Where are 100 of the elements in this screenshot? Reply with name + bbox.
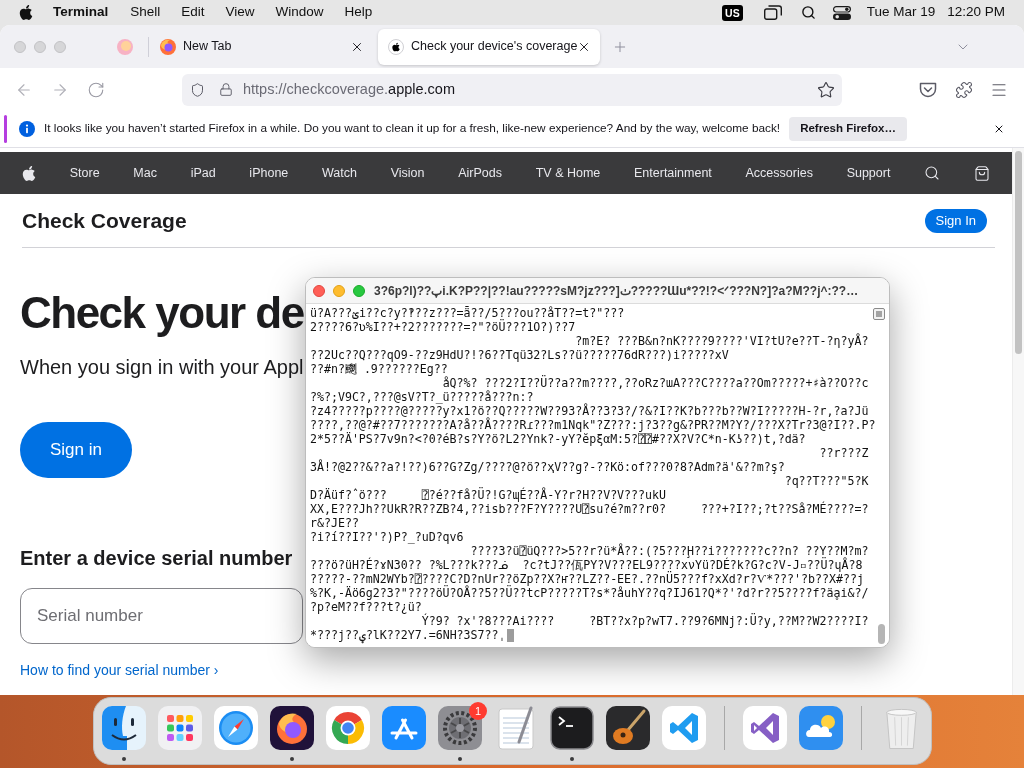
refresh-button[interactable]: Refresh Firefox…	[789, 117, 907, 141]
output-line: åQ?%? ???2?I??Ü??a??m????,??oRz?ɯA???C????a??Om?????+♯à??O??c	[442, 376, 869, 390]
serial-number-field[interactable]: Serial number	[20, 588, 303, 644]
shopping-bag-icon[interactable]	[973, 164, 990, 182]
output-line: 2*5??Ä'PS?7v9n?<?0?éB?s?Y?ö?L2?Ynk?-yY?ĕpξαM:5?⍰⍰#??X?V?C*n-Kʖ??)t,?dä?	[310, 432, 806, 446]
flame-globe-icon	[160, 38, 176, 55]
face-tile-icon[interactable]	[102, 706, 146, 750]
page-title: Check Coverage	[22, 207, 187, 234]
pocket-icon[interactable]	[919, 81, 937, 98]
zoom-window-button[interactable]	[353, 284, 365, 297]
scrollbar-thumb[interactable]	[1015, 151, 1022, 354]
menu-item[interactable]: Shell	[130, 2, 161, 23]
output-line: XX,E???Jh??UkR?R??ZB?4,??isb???F?Y????U⍰su?é?m??r0? ???+?I??;?t??Så?MÉ????=?	[310, 502, 869, 516]
menu-bar-time[interactable]: 12:20 PM	[947, 2, 1005, 23]
output-line: r&?JE??	[310, 516, 359, 530]
page-scrollbar[interactable]	[1012, 148, 1024, 695]
crossed-strokes-icon[interactable]	[382, 706, 426, 750]
search-icon[interactable]	[800, 5, 816, 20]
notification-badge: 1	[469, 702, 487, 720]
output-line: ?q??T???"5?K	[784, 474, 869, 488]
output-line: %?K,-Äö6g2?3?"????öÜ?OÅ??5??Ü??tcP?????T?s*?åuhY??q?IJ61?Q*?'?d?r??5????f?äḁi&?/	[310, 586, 869, 600]
nav-link[interactable]: Entertainment	[634, 163, 712, 183]
info-icon	[19, 121, 35, 137]
output-line: ??r???Z	[819, 446, 869, 460]
nav-link[interactable]: TV & Home	[535, 163, 601, 183]
cloud-sun-icon[interactable]	[799, 706, 843, 750]
bowtie-logo-icon[interactable]	[743, 706, 787, 750]
folded-ribbon-icon[interactable]	[662, 706, 706, 750]
app-grid-icon[interactable]	[158, 706, 202, 750]
search-icon[interactable]	[924, 165, 941, 181]
guitar-icon[interactable]	[606, 706, 650, 750]
output-line: ???ö?üH?É?ɤN30?? ?%L???k???ᓅ ?c?tJ??佤PY?V???EL9????xνYü?DÉ?k?G?c?V-J▫??Ü?ɥÅ?8	[310, 558, 863, 572]
lines-box-icon[interactable]	[873, 308, 885, 320]
nav-link[interactable]: Support	[846, 163, 891, 183]
nav-link[interactable]: Store	[69, 163, 100, 183]
compass-icon[interactable]	[214, 706, 258, 750]
output-line: ?i?í??I??'?)P?_?uD?qv6	[310, 530, 464, 544]
hero-heading: Check your de	[20, 289, 304, 337]
output-line: ????,??@?#??7???????A?å??Å????Rɾ???m1Nqk"?Z???:j?3??g&?PR??M?Y?/???X?Tr?3@?I??.P?	[310, 418, 876, 432]
apple-menu-icon[interactable]	[19, 4, 33, 21]
output-line: ?m?E? ???B&n?nK????9????'VI?tU?e??T-?η?yÅ?	[575, 334, 869, 348]
output-line: ??#n?䬟 .9??????Eg??	[310, 362, 448, 376]
output-line: ?%?;V9C?,???@sV?T?_ü?????å???n:?	[310, 390, 534, 404]
menu-item[interactable]: Edit	[181, 2, 205, 23]
section-heading: Enter a device serial number	[20, 546, 293, 571]
apple-logo-icon	[388, 38, 404, 55]
round-logo-icon	[117, 38, 133, 55]
menu-item[interactable]: Window	[275, 2, 324, 23]
output-line: D?Äüf?ˆö??? ⍰?é??få?Ü?!G?ɰÉ??Å-Y?r?H??V?V???ukU	[310, 488, 666, 502]
output-line: ü?A???ؽi??c?y?‽??z???=ǟ??/5???ou??åT??=t?"???	[310, 306, 625, 320]
output-line: Ý?9? ?x'?8???Ai???? ?BT??x?p?wT7.??9?6MNj?:Ü?y,??M??W2????I?	[421, 614, 869, 628]
menu-item[interactable]: View	[225, 2, 255, 23]
nav-link[interactable]: Watch	[322, 163, 357, 183]
output-line: ?p?eM??f???t?¿ü?	[310, 600, 422, 614]
nav-link[interactable]: AirPods	[458, 163, 502, 183]
url-text[interactable]: https://checkcoverage.apple.com	[243, 78, 455, 101]
block-cursor-icon	[507, 628, 515, 642]
output-line: 3Å!?@2??&??a?!??)6??G?Zg/????@?ö??ҳV??g?-??Kö:of???0?8?Adm?ä'&??m?ş?	[310, 460, 785, 474]
extensions-icon[interactable]	[955, 80, 973, 99]
bookmark-star-icon[interactable]	[817, 80, 835, 99]
nav-link[interactable]: Vision	[390, 163, 425, 183]
menu-item[interactable]: Help	[344, 2, 373, 23]
shield-icon[interactable]	[190, 81, 205, 98]
control-center-icon[interactable]	[832, 5, 851, 20]
sign-in-button[interactable]: Sign in	[20, 422, 132, 478]
browser-tab[interactable]: Check your device's coverage	[378, 28, 600, 65]
scrollbar-thumb[interactable]	[878, 624, 885, 644]
nav-link[interactable]: Accessories	[745, 163, 813, 183]
output-line: ?????-??mN2WYb?⍰????C?D?nUr??öZp??X?ҥ??LZ??-EE?.??nÜ5???f?xXd?r?Ѵ*???'?b??X#??j	[310, 572, 864, 586]
flame-globe-icon[interactable]	[270, 706, 314, 750]
nav-link[interactable]: iPhone	[249, 163, 289, 183]
terminal-prompt-icon[interactable]	[550, 706, 594, 750]
address-field[interactable]: https://checkcoverage.apple.com	[182, 73, 842, 106]
close-icon	[993, 123, 1005, 135]
accent-stripe	[4, 115, 7, 143]
apple-logo-icon[interactable]	[22, 164, 36, 182]
windows-icon[interactable]	[763, 5, 782, 20]
browser-tab[interactable]: New Tab	[150, 28, 375, 65]
gear-icon[interactable]	[438, 706, 482, 750]
sign-in-button[interactable]: Sign In	[924, 208, 987, 233]
output-line: 2????6?ʋ%I??+?2???????=?"?öÜ???1O?)??7	[310, 320, 576, 334]
notification-message: It looks like you haven’t started Firefox in a while. Do you want to clean it up for a fresh, like-new experience? And by the way, welcome back!	[44, 120, 781, 138]
minimize-window-button[interactable]	[333, 284, 345, 297]
nav-link[interactable]: iPad	[190, 163, 216, 183]
menu-bar-date[interactable]: Tue Mar 19	[866, 2, 936, 23]
output-line: *???j??ؠ?lK??2Y7.=6NH?3S7??ˌ	[310, 628, 506, 642]
close-window-button[interactable]	[313, 284, 325, 297]
input-source-badge[interactable]: US	[722, 4, 743, 21]
reload-button[interactable]	[87, 80, 105, 99]
window-title: 3?6p?l)??پi.K?P??|??!au?????sM?jz???]ٺ?????Ɯu*??!?<ᐟ???N?]?a?M??j^:??…	[374, 282, 859, 300]
lock-icon[interactable]	[219, 82, 233, 97]
reload-icon	[87, 80, 105, 99]
nav-link[interactable]: Mac	[133, 163, 157, 183]
output-line: ?z4?????p????@?????y?x1?ö??Q?????W??93?Å??3?3?/?&?I??K?b???b??W?I?????H-?r,?a?Jü	[310, 404, 869, 418]
hero-subtitle: When you sign in with your Appl	[20, 355, 304, 380]
close-notification-button[interactable]	[993, 123, 1005, 135]
app-menu[interactable]: Terminal	[53, 2, 109, 23]
output-line: ????3?ü⍰üQ???>5??r?ü*Å??:(?5???Ḩ??i???????c??n? ??Y??M?m?	[470, 544, 869, 558]
output-line: ??2Uc??Q???qO9-??z9HdU?!?6??Tqü32?Ls??ü?????76dR???)i?????xV	[310, 348, 729, 362]
help-link[interactable]: How to find your serial number ›	[20, 660, 219, 680]
